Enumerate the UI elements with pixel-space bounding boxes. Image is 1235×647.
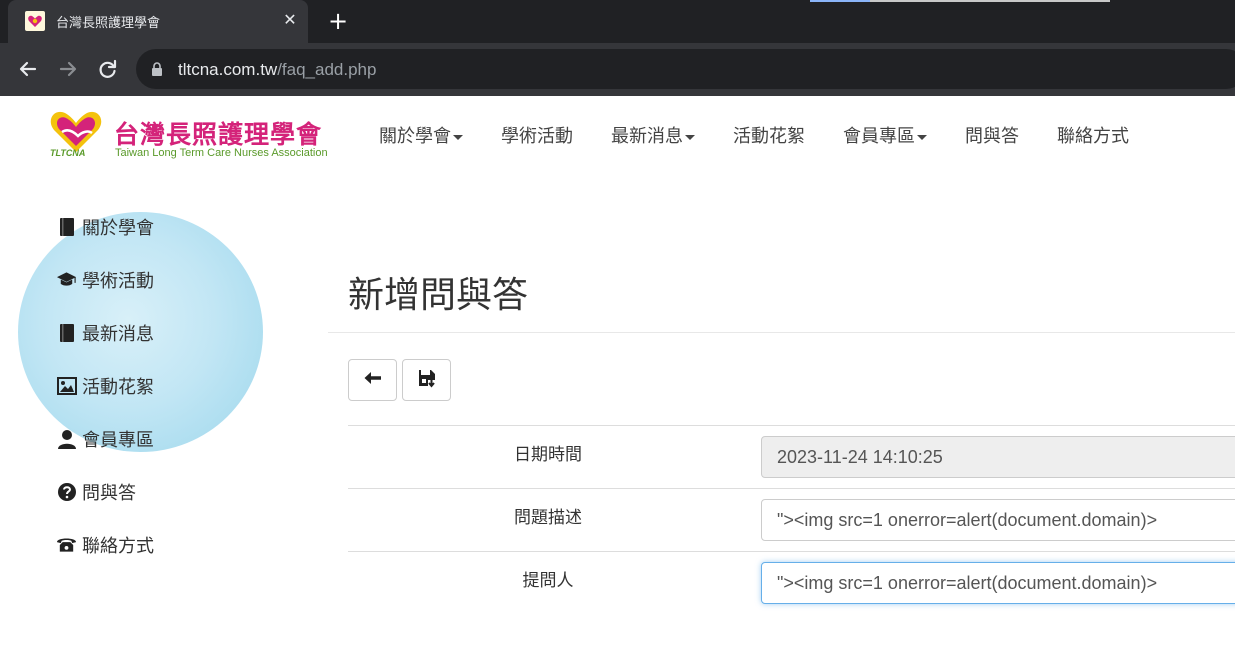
browser-tab[interactable]: 台灣長照護理學會 ✕ <box>8 0 308 43</box>
book-icon <box>56 322 77 343</box>
datetime-label: 日期時間 <box>514 445 582 465</box>
nav-item-gallery[interactable]: 活動花絮 <box>714 118 824 152</box>
tab-title: 台灣長照護理學會 <box>56 16 161 31</box>
favicon-icon <box>25 11 45 31</box>
nav-item-academic[interactable]: 學術活動 <box>482 118 592 152</box>
nav-item-faq[interactable]: 問與答 <box>946 118 1038 152</box>
book-icon <box>56 216 77 237</box>
sidebar-item-gallery[interactable]: 活動花絮 <box>56 359 316 412</box>
browser-tabstrip: 台灣長照護理學會 ✕ + <box>0 0 1235 43</box>
arrow-left-icon <box>363 370 383 391</box>
new-tab-button[interactable]: + <box>325 9 351 35</box>
asker-label: 提問人 <box>522 571 574 591</box>
question-circle-icon <box>56 481 77 502</box>
url-host: tltcna.com.tw <box>178 60 278 79</box>
sidebar-item-faq[interactable]: 問與答 <box>56 465 316 518</box>
sidebar-menu: 關於學會 學術活動 最新消息 活動花絮 會員專區 問與答 聯絡方式 <box>56 200 316 571</box>
caret-down-icon <box>453 134 463 140</box>
save-button[interactable] <box>402 359 451 401</box>
sidebar-item-label: 活動花絮 <box>82 376 154 398</box>
nav-item-contact[interactable]: 聯絡方式 <box>1038 118 1148 152</box>
nav-item-news[interactable]: 最新消息 <box>592 118 714 152</box>
form-row-question: 問題描述 "><img src=1 onerror=alert(document… <box>348 488 1235 551</box>
graduation-cap-icon <box>56 269 77 290</box>
main-nav: 關於學會 學術活動 最新消息 活動花絮 會員專區 問與答 聯絡方式 <box>360 118 1148 152</box>
form-row-datetime: 日期時間 2023-11-24 14:10:25 <box>348 425 1235 488</box>
nav-item-label: 活動花絮 <box>733 126 805 147</box>
asker-value: "><img src=1 onerror=alert(document.doma… <box>777 572 1158 593</box>
sidebar-item-academic[interactable]: 學術活動 <box>56 253 316 306</box>
sidebar-item-news[interactable]: 最新消息 <box>56 306 316 359</box>
reload-icon[interactable] <box>95 56 121 82</box>
forward-arrow-icon[interactable] <box>55 56 81 82</box>
tab-close-icon[interactable]: ✕ <box>280 10 300 30</box>
logo-abbr: TLTCNA <box>50 148 86 158</box>
page-title: 新增問與答 <box>348 275 529 316</box>
sidebar-item-label: 問與答 <box>82 482 136 504</box>
sidebar-item-label: 會員專區 <box>82 429 154 451</box>
logo-title-cn: 台灣長照護理學會 <box>114 120 323 149</box>
sidebar-item-about[interactable]: 關於學會 <box>56 200 316 253</box>
caret-down-icon <box>917 134 927 140</box>
nav-item-label: 最新消息 <box>611 126 683 147</box>
logo-title-en: Taiwan Long Term Care Nurses Association <box>115 147 328 159</box>
back-arrow-icon[interactable] <box>15 56 41 82</box>
question-value: "><img src=1 onerror=alert(document.doma… <box>777 509 1158 530</box>
phone-icon <box>56 534 77 555</box>
faq-form: 日期時間 2023-11-24 14:10:25 問題描述 "><img src… <box>348 425 1235 614</box>
window-top-line-accent <box>810 0 870 2</box>
title-divider <box>328 332 1235 333</box>
picture-icon <box>56 375 77 396</box>
caret-down-icon <box>685 134 695 140</box>
sidebar-item-label: 學術活動 <box>82 270 154 292</box>
browser-toolbar: tltcna.com.tw/faq_add.php <box>0 43 1235 96</box>
nav-item-about[interactable]: 關於學會 <box>360 118 482 152</box>
back-button[interactable] <box>348 359 397 401</box>
url-path: /faq_add.php <box>277 60 377 79</box>
address-bar[interactable]: tltcna.com.tw/faq_add.php <box>136 49 1235 89</box>
question-field[interactable]: "><img src=1 onerror=alert(document.doma… <box>761 499 1235 541</box>
user-icon <box>56 428 77 449</box>
asker-field[interactable]: "><img src=1 onerror=alert(document.doma… <box>761 562 1235 604</box>
sidebar-item-members[interactable]: 會員專區 <box>56 412 316 465</box>
nav-item-label: 問與答 <box>965 126 1019 147</box>
save-icon <box>417 368 437 393</box>
datetime-value: 2023-11-24 14:10:25 <box>777 446 943 467</box>
url-text[interactable]: tltcna.com.tw/faq_add.php <box>178 60 376 80</box>
lock-icon[interactable] <box>151 62 163 76</box>
nav-item-members[interactable]: 會員專區 <box>824 118 946 152</box>
question-label: 問題描述 <box>514 508 582 528</box>
sidebar-item-contact[interactable]: 聯絡方式 <box>56 518 316 571</box>
site-logo[interactable]: TLTCNA 台灣長照護理學會 Taiwan Long Term Care Nu… <box>48 108 348 164</box>
nav-item-label: 學術活動 <box>501 126 573 147</box>
sidebar-item-label: 最新消息 <box>82 323 154 345</box>
nav-item-label: 會員專區 <box>843 126 915 147</box>
nav-item-label: 聯絡方式 <box>1057 126 1129 147</box>
sidebar-item-label: 聯絡方式 <box>82 535 154 557</box>
form-row-asker: 提問人 "><img src=1 onerror=alert(document.… <box>348 551 1235 614</box>
sidebar-item-label: 關於學會 <box>82 217 154 239</box>
datetime-field[interactable]: 2023-11-24 14:10:25 <box>761 436 1235 478</box>
nav-item-label: 關於學會 <box>379 126 451 147</box>
